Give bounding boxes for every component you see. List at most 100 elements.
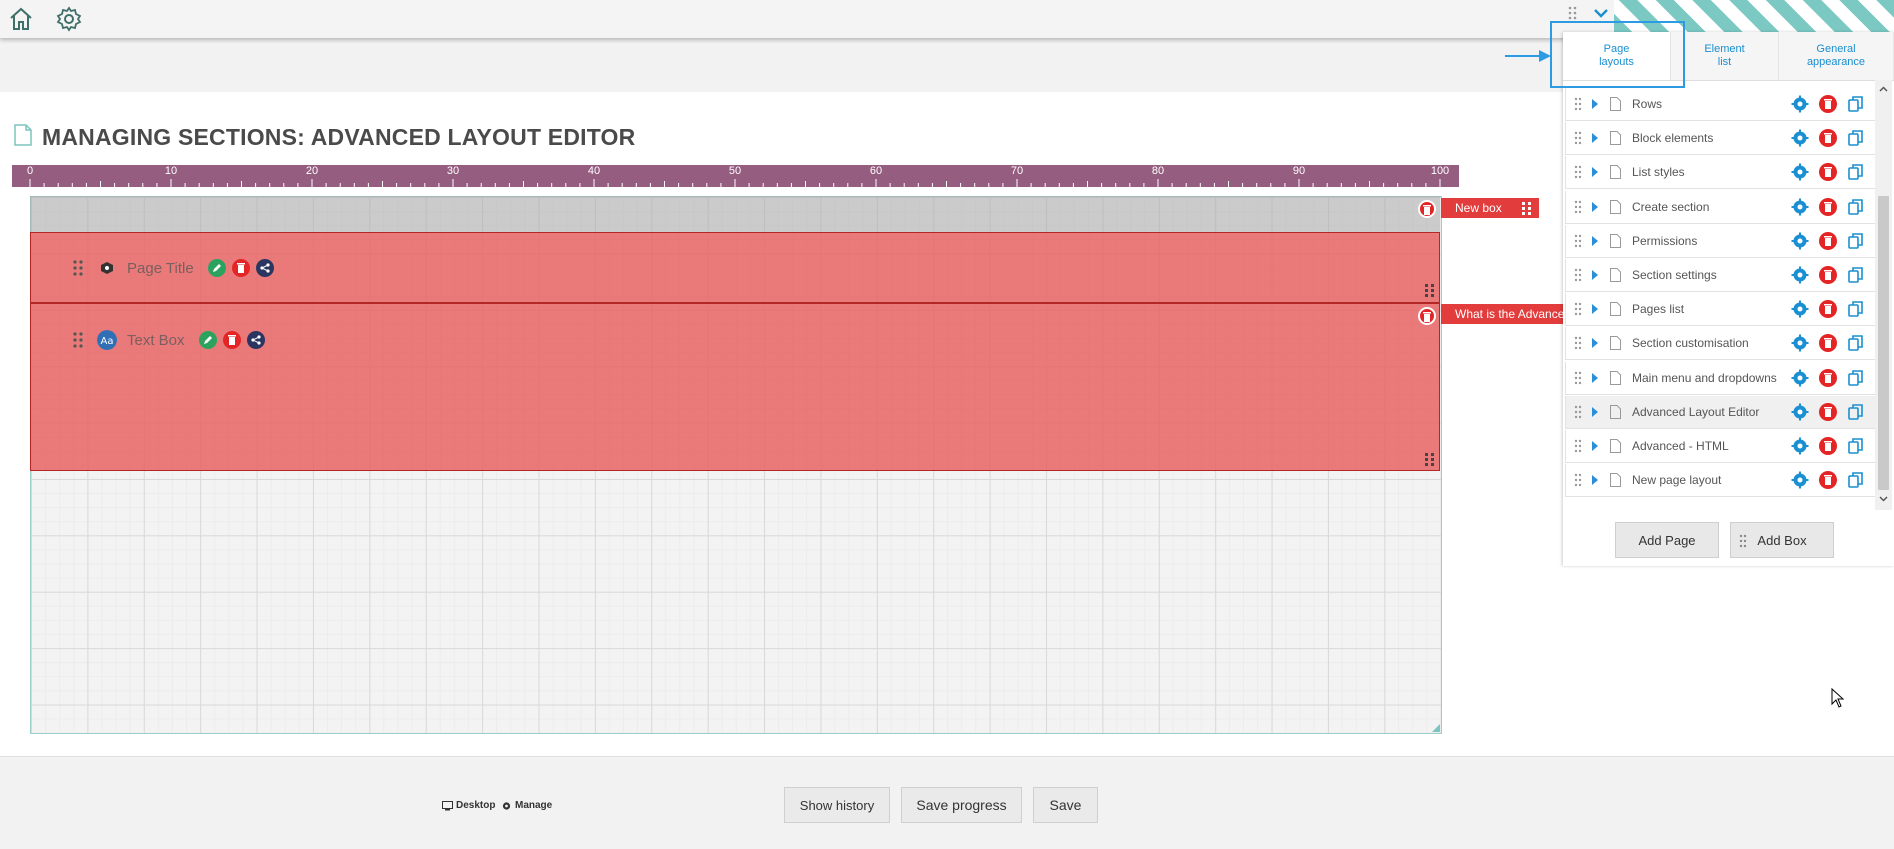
- edit-button[interactable]: [198, 331, 217, 349]
- expand-caret-icon[interactable]: [1592, 373, 1598, 383]
- scrollbar-thumb[interactable]: [1878, 196, 1889, 490]
- tab-element-list[interactable]: Element list: [1671, 32, 1779, 80]
- delete-button[interactable]: [1819, 471, 1837, 489]
- tab-general-appearance[interactable]: General appearance: [1779, 32, 1894, 80]
- share-button[interactable]: [255, 259, 274, 277]
- resize-handle-icon[interactable]: [1424, 452, 1436, 466]
- delete-box-button[interactable]: [1418, 200, 1436, 218]
- add-page-button[interactable]: Add Page: [1615, 522, 1719, 558]
- drag-handle-icon[interactable]: [1568, 6, 1578, 20]
- grid-resize-handle[interactable]: [1432, 724, 1440, 732]
- expand-caret-icon[interactable]: [1592, 99, 1598, 109]
- drag-handle-icon[interactable]: [1574, 302, 1582, 316]
- expand-caret-icon[interactable]: [1592, 441, 1598, 451]
- drag-handle-icon[interactable]: [73, 332, 83, 348]
- expand-caret-icon[interactable]: [1592, 133, 1598, 143]
- page-layout-item[interactable]: Pages list: [1565, 293, 1875, 326]
- chevron-up-icon[interactable]: [1878, 84, 1889, 95]
- delete-button[interactable]: [1819, 403, 1837, 421]
- delete-button[interactable]: [1819, 232, 1837, 250]
- settings-button[interactable]: [1791, 403, 1809, 421]
- drag-handle-icon[interactable]: [1574, 200, 1582, 214]
- drag-handle-icon[interactable]: [1574, 439, 1582, 453]
- element-page-title[interactable]: Page Title: [73, 258, 274, 278]
- save-progress-button[interactable]: Save progress: [901, 787, 1022, 823]
- delete-button[interactable]: [1819, 95, 1837, 113]
- page-layout-item[interactable]: List styles: [1565, 156, 1875, 189]
- drag-handle-icon[interactable]: [1574, 336, 1582, 350]
- show-history-button[interactable]: Show history: [784, 787, 890, 823]
- element-text-box[interactable]: Aa Text Box: [73, 330, 265, 350]
- settings-button[interactable]: [1791, 232, 1809, 250]
- duplicate-button[interactable]: [1847, 198, 1865, 216]
- delete-element-button[interactable]: [222, 331, 241, 349]
- duplicate-button[interactable]: [1847, 266, 1865, 284]
- settings-button[interactable]: [1791, 129, 1809, 147]
- delete-button[interactable]: [1819, 334, 1837, 352]
- drag-handle-icon[interactable]: [1574, 371, 1582, 385]
- gear-icon[interactable]: [56, 6, 82, 32]
- page-layout-item[interactable]: Block elements: [1565, 122, 1875, 155]
- delete-button[interactable]: [1819, 129, 1837, 147]
- resize-handle-icon[interactable]: [1424, 283, 1436, 297]
- drag-handle-icon[interactable]: [1574, 131, 1582, 145]
- duplicate-button[interactable]: [1847, 129, 1865, 147]
- duplicate-button[interactable]: [1847, 95, 1865, 113]
- page-layout-item[interactable]: Advanced - HTML: [1565, 430, 1875, 463]
- edit-button[interactable]: [207, 259, 226, 277]
- duplicate-button[interactable]: [1847, 334, 1865, 352]
- drag-handle-icon[interactable]: [1574, 473, 1582, 487]
- page-layout-item[interactable]: Section settings: [1565, 259, 1875, 292]
- duplicate-button[interactable]: [1847, 163, 1865, 181]
- settings-button[interactable]: [1791, 437, 1809, 455]
- delete-box-button[interactable]: [1418, 307, 1436, 325]
- page-layout-item[interactable]: Section customisation: [1565, 327, 1875, 360]
- content-box[interactable]: [30, 303, 1440, 471]
- settings-button[interactable]: [1791, 163, 1809, 181]
- duplicate-button[interactable]: [1847, 437, 1865, 455]
- expand-caret-icon[interactable]: [1592, 338, 1598, 348]
- duplicate-button[interactable]: [1847, 471, 1865, 489]
- delete-element-button[interactable]: [231, 259, 250, 277]
- settings-button[interactable]: [1791, 300, 1809, 318]
- settings-button[interactable]: [1791, 369, 1809, 387]
- expand-caret-icon[interactable]: [1592, 202, 1598, 212]
- save-button[interactable]: Save: [1033, 787, 1098, 823]
- drag-handle-icon[interactable]: [73, 260, 83, 276]
- chevron-down-icon[interactable]: [1878, 493, 1889, 504]
- chevron-down-icon[interactable]: [1590, 4, 1612, 22]
- page-layout-item[interactable]: New page layout: [1565, 464, 1875, 497]
- settings-button[interactable]: [1791, 266, 1809, 284]
- drag-handle-icon[interactable]: [1574, 165, 1582, 179]
- manage-toggle[interactable]: Manage: [501, 800, 552, 811]
- delete-button[interactable]: [1819, 437, 1837, 455]
- panel-scrollbar[interactable]: [1875, 80, 1892, 510]
- page-layout-item[interactable]: Create section: [1565, 191, 1875, 224]
- delete-button[interactable]: [1819, 163, 1837, 181]
- drag-handle-icon[interactable]: [1521, 201, 1533, 215]
- delete-button[interactable]: [1819, 198, 1837, 216]
- settings-button[interactable]: [1791, 334, 1809, 352]
- duplicate-button[interactable]: [1847, 300, 1865, 318]
- settings-button[interactable]: [1791, 471, 1809, 489]
- duplicate-button[interactable]: [1847, 232, 1865, 250]
- expand-caret-icon[interactable]: [1592, 236, 1598, 246]
- delete-button[interactable]: [1819, 369, 1837, 387]
- expand-caret-icon[interactable]: [1592, 475, 1598, 485]
- page-layout-item[interactable]: Main menu and dropdowns: [1565, 362, 1875, 395]
- page-layout-item[interactable]: Advanced Layout Editor: [1565, 396, 1875, 429]
- drag-handle-icon[interactable]: [1574, 97, 1582, 111]
- page-layout-item[interactable]: Permissions: [1565, 225, 1875, 258]
- page-layout-item[interactable]: Rows: [1565, 88, 1875, 121]
- expand-caret-icon[interactable]: [1592, 167, 1598, 177]
- drag-handle-icon[interactable]: [1574, 268, 1582, 282]
- share-button[interactable]: [246, 331, 265, 349]
- expand-caret-icon[interactable]: [1592, 407, 1598, 417]
- drag-handle-icon[interactable]: [1574, 405, 1582, 419]
- box-tag-what-is[interactable]: What is the Advanced Layout Editor?: [1441, 304, 1565, 324]
- duplicate-button[interactable]: [1847, 403, 1865, 421]
- settings-button[interactable]: [1791, 198, 1809, 216]
- add-box-button[interactable]: Add Box: [1730, 522, 1834, 558]
- drag-handle-icon[interactable]: [1574, 234, 1582, 248]
- expand-caret-icon[interactable]: [1592, 270, 1598, 280]
